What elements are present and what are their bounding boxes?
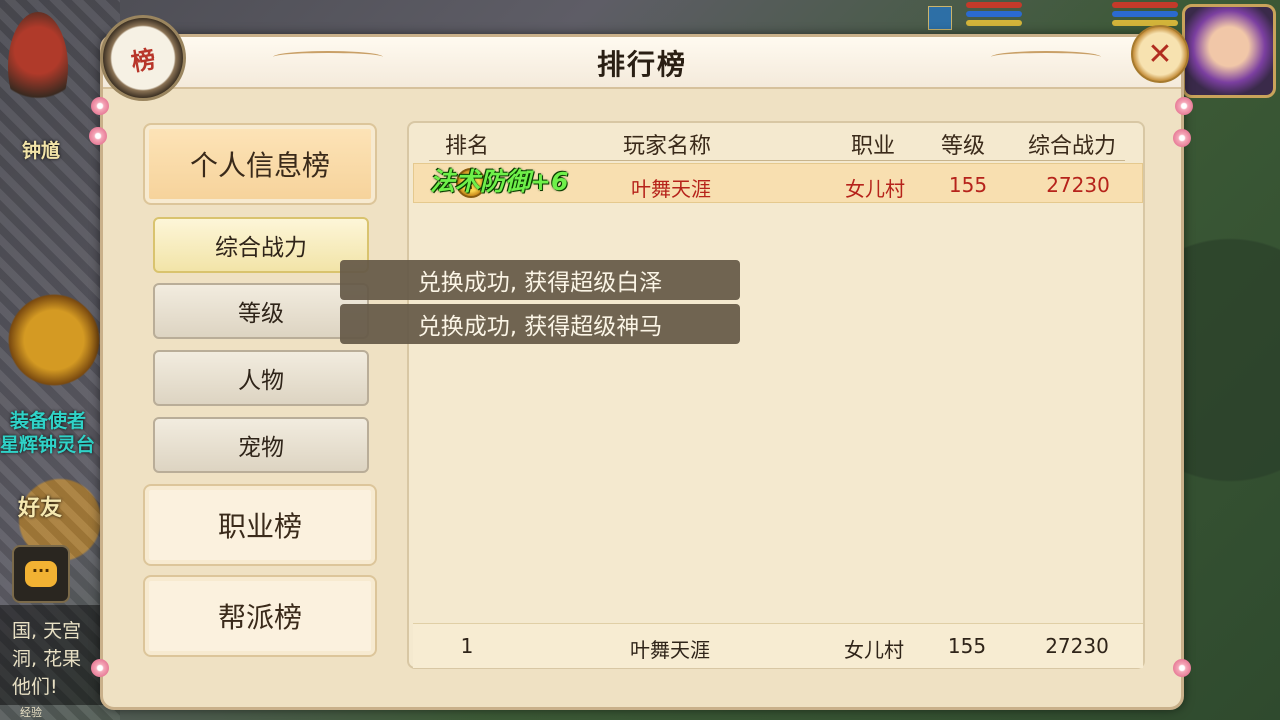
pet-exp-bar [966,20,1022,26]
player-hp-bar [1112,2,1178,8]
my-level: 155 [947,634,987,658]
nav-pet[interactable]: 宠物 [153,417,369,473]
toast-message: 兑换成功, 获得超级神马 [340,304,740,344]
row-level: 155 [948,173,988,197]
npc-zhongkui-label: 钟馗 [22,140,61,162]
badge-char: 榜 [129,43,158,77]
nav-combat-power[interactable]: 综合战力 [153,217,369,273]
close-x-icon: ✕ [1147,36,1173,72]
my-player: 叶舞天涯 [630,638,710,662]
my-power: 27230 [1045,634,1109,658]
chat-bubble-icon: ··· [25,561,57,587]
player-avatar[interactable] [1182,4,1276,98]
player-mp-bar [1112,11,1178,17]
my-profession: 女儿村 [844,638,904,662]
panel-header: 排行榜 [103,37,1181,89]
toast-message: 兑换成功, 获得超级白泽 [340,260,740,300]
my-rank-row: 1 叶舞天涯 女儿村 155 27230 [413,623,1143,668]
header-profession: 职业 [851,134,896,159]
pet-hp-bar [966,2,1022,8]
row-player: 叶舞天涯 [631,177,711,201]
header-level: 等级 [941,134,986,159]
close-button[interactable]: ✕ [1131,25,1189,83]
pet-status-bars [966,2,1022,32]
npc-equip-envoy-label: 装备使者 [10,410,87,432]
flower-ornament [1173,129,1191,147]
flower-ornament [91,97,109,115]
nav-guild[interactable]: 帮派榜 [143,575,377,657]
header-divider [429,160,1125,161]
row-profession: 女儿村 [845,177,905,201]
nav-profession[interactable]: 职业榜 [143,484,377,566]
header-rank: 排名 [445,134,490,159]
row-power: 27230 [1046,173,1110,197]
exp-label: 经验 [20,706,42,719]
panel-title: 排行榜 [596,48,687,81]
npc-star-bell-label: 星辉钟灵台 [0,434,96,456]
flower-ornament [89,127,107,145]
flower-ornament [91,659,109,677]
npc-zhongkui-figure[interactable] [8,12,68,122]
nav-character[interactable]: 人物 [153,350,369,406]
attribute-gain-text: 法术防御+6 [430,167,569,196]
header-power: 综合战力 [1028,134,1117,159]
player-sp-bar [1112,20,1178,26]
flower-ornament [1173,659,1191,677]
npc-equip-envoy-figure[interactable] [4,285,104,395]
buff-icon[interactable] [928,6,952,30]
chat-log: 国, 天宫 洞, 花果 他们! [0,605,110,705]
my-rank: 1 [460,634,474,658]
pet-mp-bar [966,11,1022,17]
nav-level[interactable]: 等级 [153,283,369,339]
ranking-panel: 排行榜 榜 ✕ 个人信息榜 综合战力 等级 人物 宠物 职业榜 帮派榜 排名 玩… [89,15,1193,710]
nav-personal-info[interactable]: 个人信息榜 [143,123,377,205]
flower-ornament [1175,97,1193,115]
header-player: 玩家名称 [623,134,712,159]
ranking-table: 排名 玩家名称 职业 等级 综合战力 ? 叶舞天涯 女儿村 155 27230 … [407,121,1145,669]
ranking-badge-icon: 榜 [100,15,186,101]
chat-button[interactable]: ··· [12,545,70,603]
friends-label[interactable]: 好友 [18,490,62,522]
